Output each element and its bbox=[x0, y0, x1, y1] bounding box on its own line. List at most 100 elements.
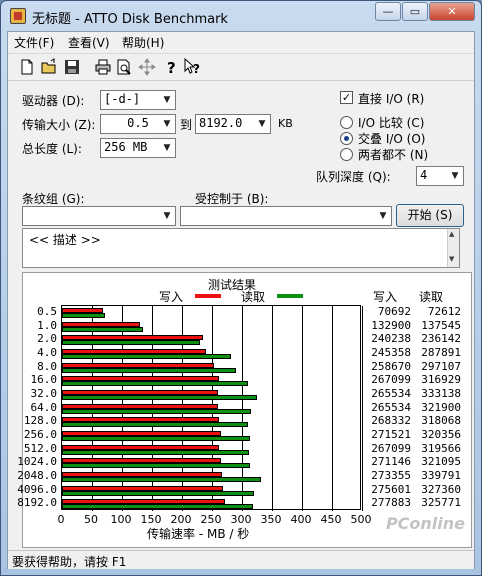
drive-value: [-d-] bbox=[104, 92, 141, 106]
kb-unit-label: KB bbox=[278, 117, 293, 130]
read-value: 318068 bbox=[421, 414, 461, 428]
print-preview-icon[interactable] bbox=[115, 58, 133, 76]
chevron-down-icon: ▼ bbox=[163, 211, 171, 221]
print-icon[interactable] bbox=[94, 58, 112, 76]
description-box[interactable]: << 描述 >> ▲ ▼ bbox=[22, 228, 460, 268]
start-button[interactable]: 开始 (S) bbox=[396, 204, 464, 227]
read-value: 321095 bbox=[421, 455, 461, 469]
y-tick-label: 1.0 bbox=[37, 318, 57, 332]
menu-help[interactable]: 帮助(H) bbox=[122, 34, 164, 51]
direct-io-label: 直接 I/O (R) bbox=[358, 92, 425, 106]
y-tick-label: 256.0 bbox=[23, 428, 57, 441]
x-tick-label: 500 bbox=[350, 513, 372, 526]
close-button[interactable]: ✕ bbox=[429, 2, 475, 21]
x-tick-label: 350 bbox=[260, 513, 282, 526]
read-value: 236142 bbox=[421, 332, 461, 346]
transfer-to-select[interactable]: 8192.0 ▼ bbox=[195, 114, 271, 134]
write-value: 271146 bbox=[371, 455, 411, 469]
maximize-button[interactable]: ▭ bbox=[402, 2, 428, 21]
svg-text:?: ? bbox=[167, 59, 176, 76]
read-value: 137545 bbox=[421, 318, 461, 332]
window-title: 无标题 - ATTO Disk Benchmark bbox=[32, 12, 228, 27]
x-tick-label: 200 bbox=[170, 513, 192, 526]
io-compare-radio[interactable] bbox=[340, 116, 353, 129]
write-value: 275601 bbox=[371, 482, 411, 496]
read-value: 325771 bbox=[421, 496, 461, 510]
open-icon[interactable] bbox=[40, 58, 58, 76]
results-panel: 测试结果 写入 读取 写入 读取 传输速率 - MB / 秒 PConline … bbox=[17, 272, 472, 548]
read-value: 333138 bbox=[421, 387, 461, 400]
read-bar bbox=[62, 354, 231, 359]
transfer-from-value: 0.5 bbox=[127, 116, 149, 130]
description-scrollbar[interactable]: ▲ ▼ bbox=[447, 229, 459, 267]
y-tick-label: 128.0 bbox=[23, 414, 57, 428]
overlap-io-radio[interactable] bbox=[340, 132, 353, 145]
drive-select[interactable]: [-d-] ▼ bbox=[100, 90, 176, 110]
neither-radio[interactable] bbox=[340, 148, 353, 161]
total-length-select[interactable]: 256 MB ▼ bbox=[100, 138, 176, 158]
y-tick-label: 0.5 bbox=[37, 305, 57, 318]
write-value: 271521 bbox=[371, 428, 411, 441]
write-value: 132900 bbox=[371, 318, 411, 332]
read-value: 72612 bbox=[427, 305, 461, 318]
read-bar bbox=[62, 490, 254, 496]
scroll-down-icon[interactable]: ▼ bbox=[449, 255, 454, 263]
title-bar: 无标题 - ATTO Disk Benchmark — ▭ ✕ bbox=[1, 1, 481, 31]
scroll-up-icon[interactable]: ▲ bbox=[449, 230, 454, 238]
help-icon[interactable]: ? bbox=[163, 58, 181, 76]
x-tick-label: 150 bbox=[140, 513, 162, 526]
grid-line bbox=[302, 306, 303, 511]
write-value: 273355 bbox=[371, 469, 411, 482]
read-bar bbox=[62, 367, 237, 373]
read-bar bbox=[62, 463, 251, 469]
chevron-down-icon: ▼ bbox=[258, 119, 266, 129]
y-tick-label: 4.0 bbox=[37, 346, 57, 359]
x-tick-label: 0 bbox=[57, 513, 65, 526]
x-tick-label: 100 bbox=[110, 513, 132, 526]
read-value: 297107 bbox=[421, 359, 461, 373]
description-text: << 描述 >> bbox=[29, 233, 101, 247]
menu-bar: 文件(F) 查看(V) 帮助(H) bbox=[8, 32, 474, 52]
write-value: 268332 bbox=[371, 414, 411, 428]
app-icon bbox=[10, 8, 26, 24]
write-value: 267099 bbox=[371, 373, 411, 387]
x-tick-label: 50 bbox=[84, 513, 98, 526]
to-label: 到 bbox=[180, 118, 193, 132]
read-bar bbox=[62, 422, 249, 428]
menu-view[interactable]: 查看(V) bbox=[68, 34, 110, 51]
controlled-by-label: 受控制于 (B): bbox=[195, 192, 269, 206]
queue-depth-value: 4 bbox=[420, 168, 428, 182]
read-bar bbox=[62, 408, 251, 414]
transfer-to-value: 8192.0 bbox=[199, 116, 243, 130]
stripe-group-select[interactable]: ▼ bbox=[22, 206, 176, 226]
watermark: PConline bbox=[385, 514, 465, 533]
save-icon[interactable] bbox=[63, 58, 81, 76]
transfer-from-select[interactable]: 0.5 ▼ bbox=[100, 114, 176, 134]
y-tick-label: 1024.0 bbox=[17, 455, 57, 469]
menu-file[interactable]: 文件(F) bbox=[14, 34, 54, 51]
svg-text:?: ? bbox=[193, 62, 200, 76]
chevron-down-icon: ▼ bbox=[451, 171, 459, 181]
read-bar bbox=[62, 395, 258, 400]
write-value: 277883 bbox=[371, 496, 411, 510]
read-bar bbox=[62, 449, 250, 455]
read-bar bbox=[62, 477, 262, 482]
x-tick-label: 300 bbox=[230, 513, 252, 526]
y-tick-label: 8192.0 bbox=[17, 496, 57, 510]
x-tick-label: 250 bbox=[200, 513, 222, 526]
read-value: 320356 bbox=[421, 428, 461, 441]
minimize-button[interactable]: — bbox=[375, 2, 401, 21]
write-value: 265534 bbox=[371, 387, 411, 400]
move-icon[interactable] bbox=[138, 58, 156, 76]
read-value: 327360 bbox=[421, 482, 461, 496]
read-bar bbox=[62, 381, 248, 387]
direct-io-checkbox[interactable]: ✓ bbox=[340, 91, 353, 104]
new-icon[interactable] bbox=[18, 58, 36, 76]
x-tick-label: 400 bbox=[290, 513, 312, 526]
queue-depth-select[interactable]: 4 ▼ bbox=[416, 166, 464, 186]
controlled-by-select[interactable]: ▼ bbox=[180, 206, 392, 226]
chevron-down-icon: ▼ bbox=[163, 95, 171, 105]
y-tick-label: 512.0 bbox=[23, 441, 57, 455]
context-help-icon[interactable]: ? bbox=[184, 58, 202, 76]
client-area: 文件(F) 查看(V) 帮助(H) ? ? 驱动器 (D): [-d-] ▼ 传… bbox=[7, 31, 475, 569]
